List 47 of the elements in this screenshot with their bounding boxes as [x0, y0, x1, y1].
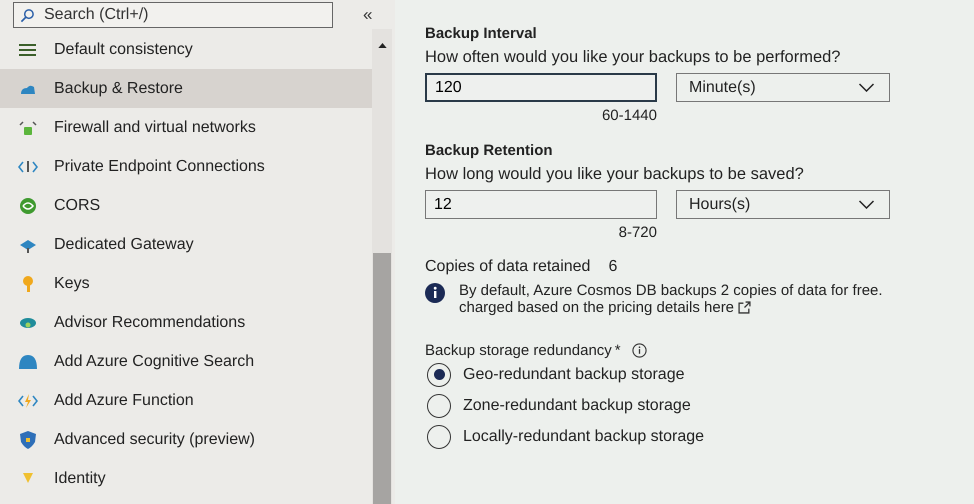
- question-text: How often would you like your backups to be performed?: [425, 48, 842, 67]
- range-hint: 60-1440: [602, 107, 657, 124]
- radio-button[interactable]: [427, 394, 451, 418]
- retention-input[interactable]: 12: [425, 190, 657, 219]
- info-icon: [632, 343, 647, 358]
- nav-item[interactable]: Private Endpoint Connections: [0, 147, 372, 186]
- nav-item[interactable]: Identity: [0, 459, 372, 498]
- copies-label: Copies of data retained: [425, 258, 590, 276]
- nav-item[interactable]: Advanced security (preview): [0, 420, 372, 459]
- radio-label: Geo-redundant backup storage: [463, 366, 684, 384]
- section-heading: Backup Retention: [425, 142, 554, 159]
- radio-button[interactable]: [427, 424, 451, 448]
- nav-item[interactable]: Add Azure Cognitive Search: [0, 342, 372, 381]
- nav-item[interactable]: CORS: [0, 186, 372, 225]
- unit-dropdown[interactable]: Hours(s): [676, 190, 890, 219]
- info-text: By default, Azure Cosmos DB backups 2 copies of data for free.: [459, 282, 883, 299]
- chevron-down-icon: [858, 200, 875, 209]
- range-hint: 8-720: [618, 224, 657, 241]
- nav-item[interactable]: Backup & Restore: [0, 69, 372, 108]
- interval-input[interactable]: 120: [425, 73, 657, 102]
- nav-item[interactable]: Add Azure Function: [0, 381, 372, 420]
- question-text: How long would you like your backups to be saved?: [425, 165, 805, 184]
- scrollbar[interactable]: [372, 29, 392, 504]
- scroll-up-icon: [378, 43, 386, 48]
- radio-button[interactable]: [427, 362, 451, 386]
- collapse-button[interactable]: «: [359, 5, 376, 25]
- nav-icon: [18, 430, 38, 450]
- external-link-icon: [738, 301, 752, 314]
- nav-item[interactable]: Default consistency: [0, 30, 372, 69]
- unit-dropdown[interactable]: Minute(s): [676, 73, 890, 102]
- pricing-link[interactable]: pricing details here: [608, 299, 734, 316]
- required-mark: *: [614, 342, 621, 359]
- info-icon: [425, 283, 445, 303]
- radio-label: Locally-redundant backup storage: [463, 428, 704, 446]
- nav-item[interactable]: Firewall and virtual networks: [0, 108, 372, 147]
- section-heading: Backup Interval: [425, 25, 538, 42]
- copies-value: 6: [608, 258, 618, 276]
- scroll-thumb[interactable]: [373, 253, 391, 504]
- radio-label: Zone-redundant backup storage: [463, 396, 691, 414]
- search-field[interactable]: Search (Ctrl+/): [13, 2, 333, 28]
- redundancy-label: Backup storage redundancy: [425, 342, 612, 359]
- chevron-down-icon: [858, 83, 875, 92]
- nav-icon: [18, 196, 38, 216]
- nav-item[interactable]: Advisor Recommendations: [0, 303, 372, 342]
- nav-item[interactable]: Keys: [0, 264, 372, 303]
- nav-item[interactable]: Dedicated Gateway: [0, 225, 372, 264]
- info-text: charged based on the: [459, 299, 604, 316]
